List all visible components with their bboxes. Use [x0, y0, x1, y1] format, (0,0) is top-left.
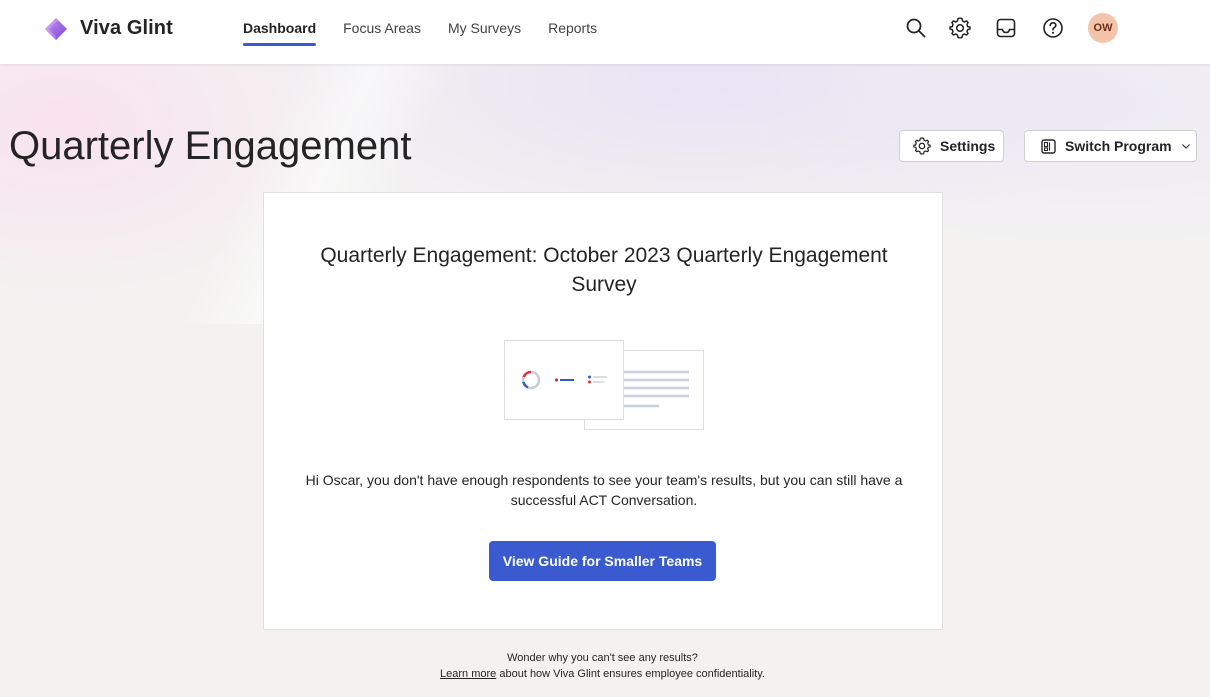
confidentiality-footer: Wonder why you can't see any results? Le…	[305, 650, 900, 682]
program-board-icon	[1041, 138, 1056, 154]
dashboard-illustration-icon	[504, 340, 704, 430]
search-icon[interactable]	[905, 17, 927, 39]
survey-title: Quarterly Engagement: October 2023 Quart…	[320, 244, 888, 296]
settings-button-label: Settings	[940, 138, 996, 154]
gear-icon	[913, 137, 931, 155]
nav-item-dashboard[interactable]: Dashboard	[243, 0, 317, 64]
footer-line-2: Learn more about how Viva Glint ensures …	[305, 666, 900, 682]
top-navigation-bar: Viva Glint Dashboard Focus Areas My Surv…	[0, 0, 1210, 64]
view-guide-button[interactable]: View Guide for Smaller Teams	[489, 541, 716, 581]
survey-results-card: Quarterly Engagement: October 2023 Quart…	[263, 192, 943, 630]
page-title: Quarterly Engagement	[9, 124, 412, 168]
nav-item-my-surveys[interactable]: My Surveys	[448, 0, 521, 64]
footer-question: Wonder why you can't see any results?	[507, 652, 698, 664]
footer-explanation: about how Viva Glint ensures employee co…	[499, 668, 765, 680]
viva-glint-logo-icon	[45, 18, 67, 40]
switch-program-button[interactable]: Switch Program	[1024, 130, 1197, 162]
learn-more-link[interactable]: Learn more	[440, 668, 496, 680]
nav-item-focus-areas[interactable]: Focus Areas	[343, 0, 421, 64]
nav-item-reports[interactable]: Reports	[548, 0, 597, 64]
user-avatar[interactable]: OW	[1088, 13, 1118, 43]
help-icon[interactable]	[1042, 17, 1064, 39]
inbox-icon[interactable]	[995, 17, 1017, 39]
insufficient-respondents-message: Hi Oscar, you don't have enough responde…	[305, 472, 903, 508]
main-nav: Dashboard Focus Areas My Surveys Reports	[243, 0, 624, 64]
settings-button[interactable]: Settings	[899, 130, 1004, 162]
brand-name: Viva Glint	[80, 17, 173, 39]
switch-program-label: Switch Program	[1065, 138, 1172, 154]
gear-icon[interactable]	[949, 17, 971, 39]
chevron-down-icon	[1181, 144, 1190, 149]
